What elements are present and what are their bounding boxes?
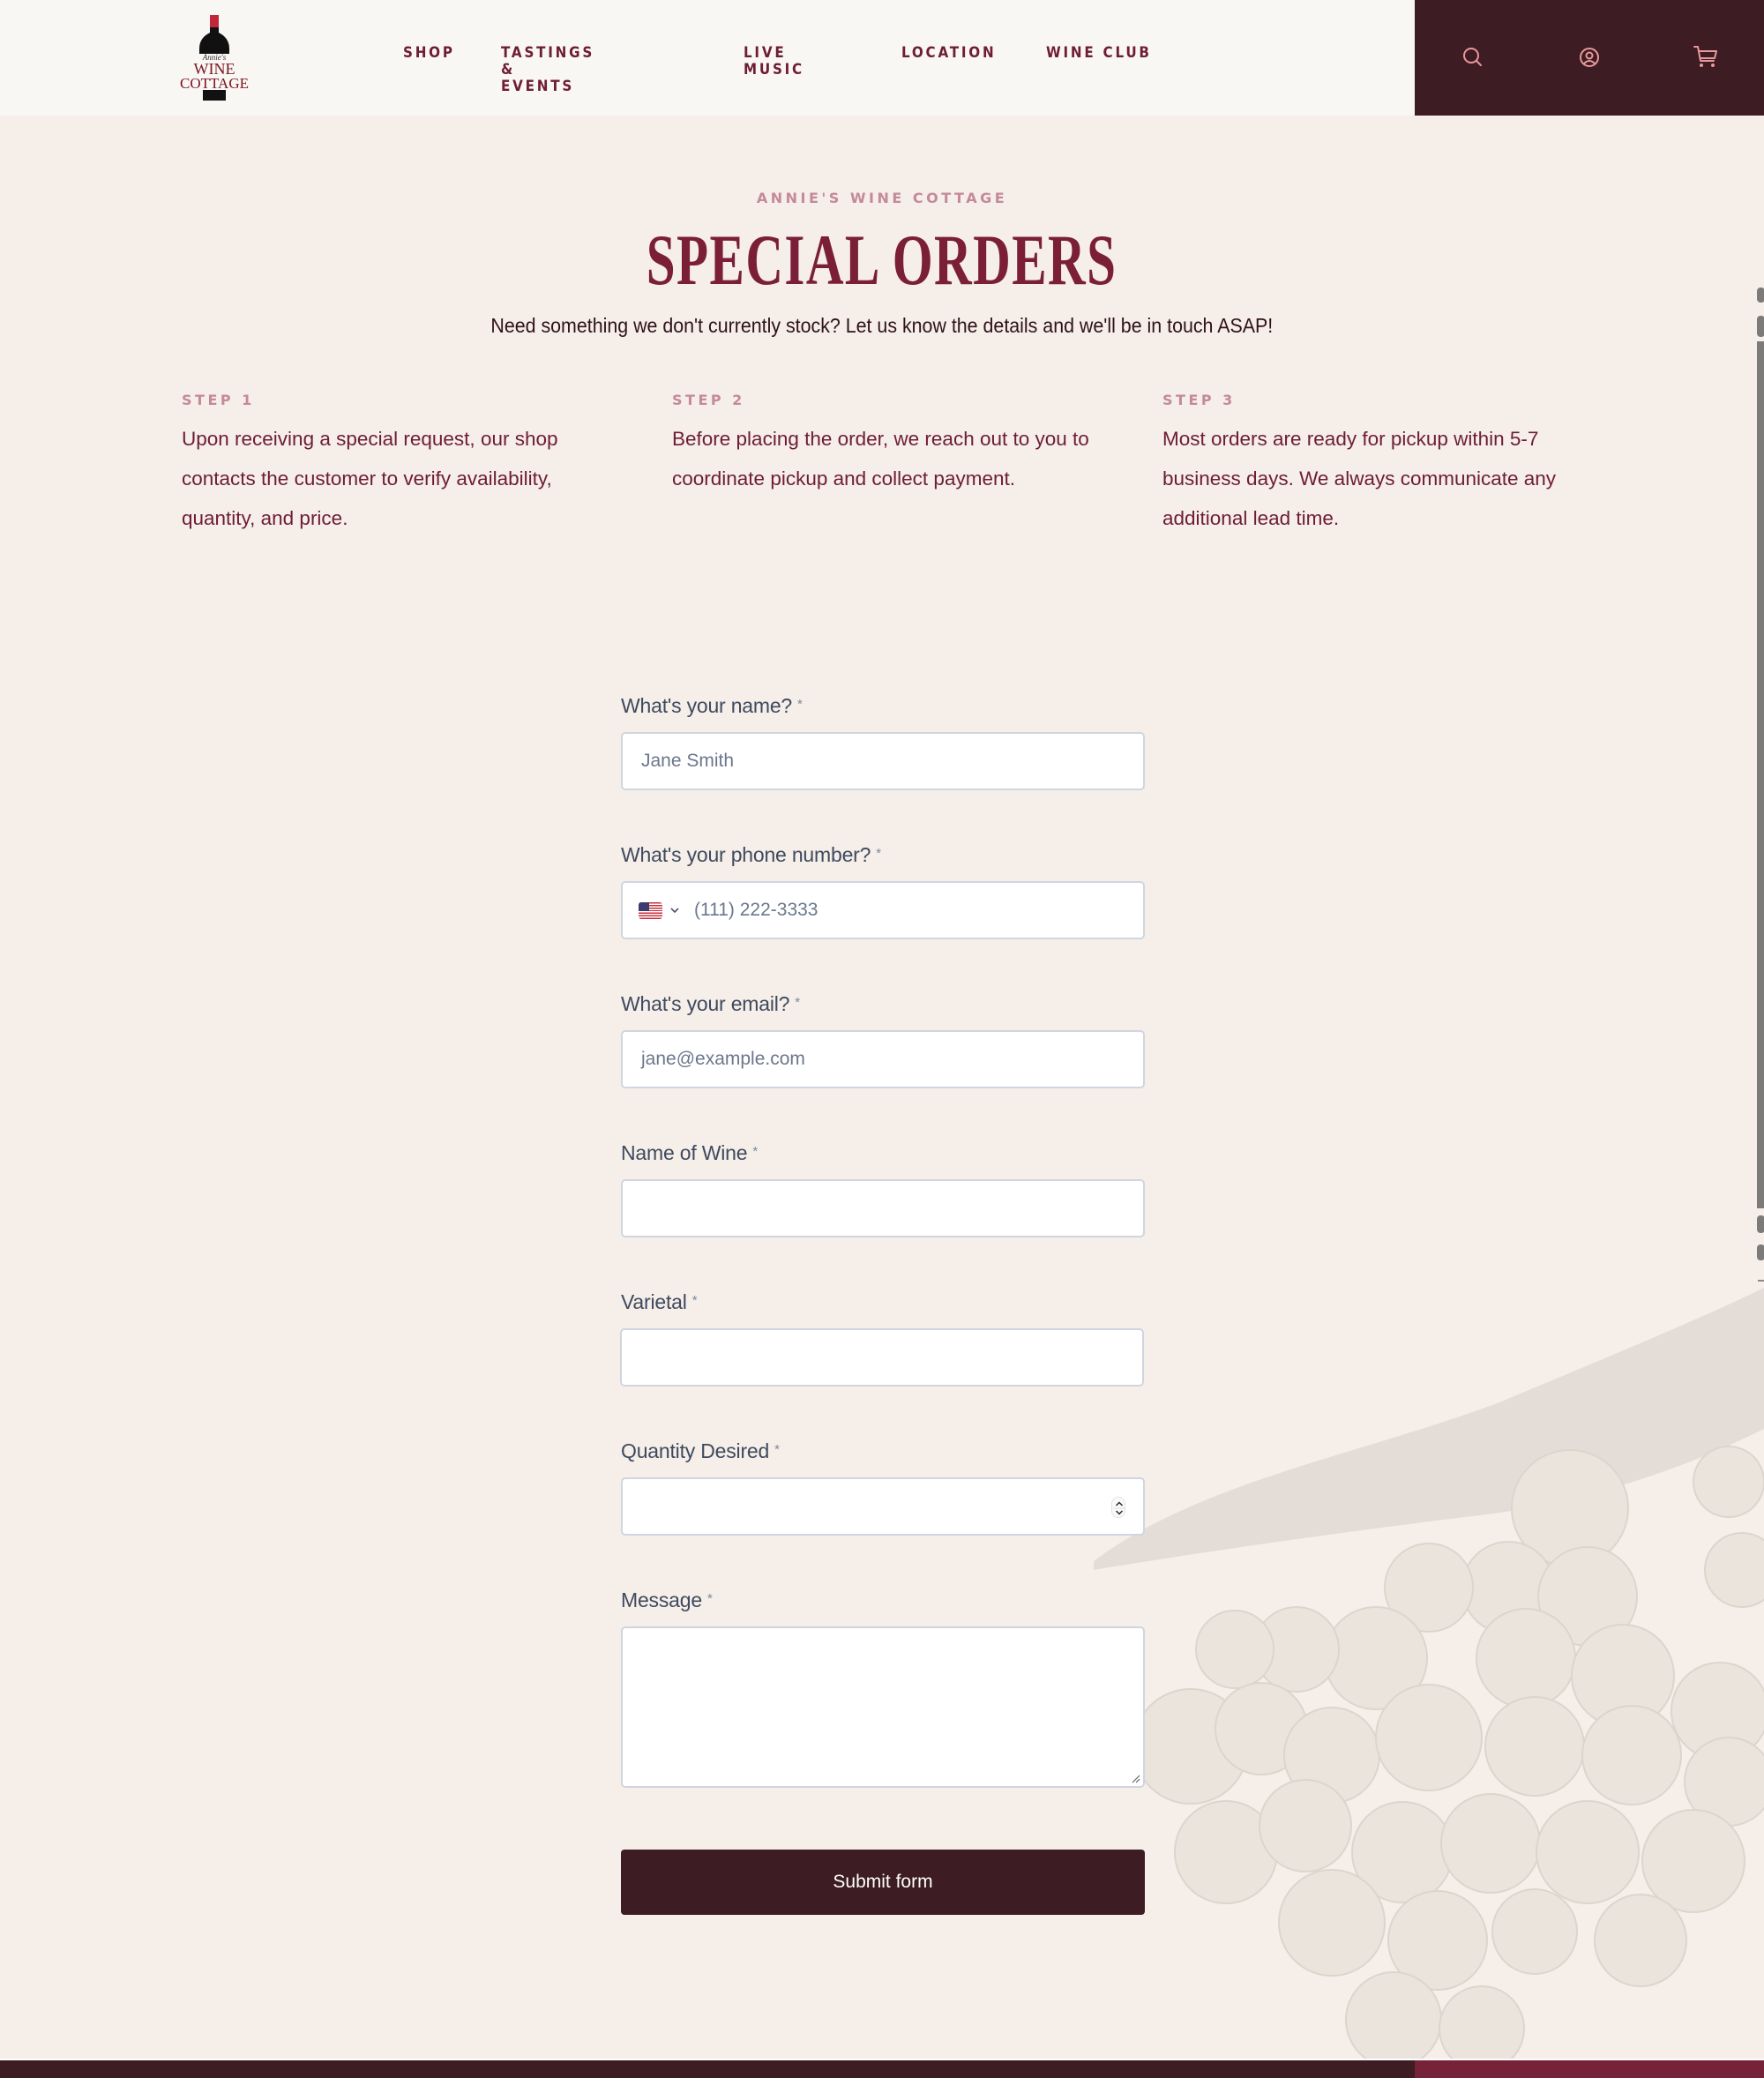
name-label: What's your name? * bbox=[621, 693, 803, 717]
step-label: STEP 1 bbox=[182, 392, 255, 408]
search-icon bbox=[1463, 48, 1482, 66]
email-field-group: What's your email? * jane@example.com bbox=[621, 988, 1145, 1088]
varietal-input[interactable] bbox=[620, 1328, 1144, 1387]
spinner-buttons[interactable] bbox=[1111, 1497, 1125, 1518]
phone-field-group: What's your phone number? * (111) 222-333… bbox=[621, 839, 1145, 939]
grapes-illustration bbox=[1094, 1288, 1764, 2064]
required-marker: * bbox=[752, 1143, 758, 1159]
wine-name-label: Name of Wine * bbox=[621, 1140, 758, 1164]
quantity-field-group: Quantity Desired * bbox=[621, 1435, 1145, 1536]
us-flag-icon[interactable] bbox=[639, 901, 662, 919]
required-marker: * bbox=[795, 994, 800, 1010]
required-marker: * bbox=[876, 845, 881, 861]
message-field-group: Message * bbox=[621, 1584, 1145, 1788]
email-label: What's your email? * bbox=[621, 991, 800, 1015]
message-label: Message * bbox=[621, 1588, 713, 1611]
nav-live-music[interactable]: LIVE MUSIC bbox=[744, 44, 804, 78]
phone-label: What's your phone number? * bbox=[621, 842, 881, 866]
page-subtitle: Need something we don't currently stock?… bbox=[490, 314, 1274, 337]
scrollbar-thumb[interactable] bbox=[1757, 341, 1764, 1208]
step-text: Before placing the order, we reach out t… bbox=[672, 428, 1089, 490]
scroll-mark bbox=[1757, 288, 1764, 303]
phone-input[interactable]: (111) 222-3333 bbox=[621, 881, 1145, 939]
logo[interactable]: Annie's WINE COTTAGE bbox=[176, 12, 256, 102]
account-icon bbox=[1580, 48, 1599, 67]
quantity-label: Quantity Desired * bbox=[621, 1439, 780, 1462]
email-input[interactable]: jane@example.com bbox=[621, 1030, 1145, 1088]
wine-name-input[interactable] bbox=[621, 1179, 1145, 1237]
name-field-group: What's your name? * Jane Smith bbox=[621, 690, 1145, 790]
nav-location[interactable]: LOCATION bbox=[901, 44, 996, 61]
scroll-mark bbox=[1757, 1215, 1764, 1233]
phone-placeholder: (111) 222-3333 bbox=[694, 900, 818, 920]
step-1: STEP 1 Upon receiving a special request,… bbox=[182, 392, 605, 538]
page-title: SPECIAL ORDERS bbox=[647, 220, 1117, 300]
required-marker: * bbox=[774, 1441, 780, 1457]
quantity-stepper[interactable] bbox=[621, 1477, 1145, 1536]
varietal-label: Varietal * bbox=[621, 1289, 698, 1313]
scroll-mark bbox=[1758, 1280, 1764, 1282]
eyebrow-label: ANNIE'S WINE COTTAGE bbox=[756, 190, 1008, 206]
account-button[interactable] bbox=[1574, 42, 1604, 72]
step-3: STEP 3 Most orders are ready for pickup … bbox=[1162, 392, 1577, 538]
step-label: STEP 3 bbox=[1162, 392, 1236, 408]
scroll-mark bbox=[1757, 1245, 1764, 1260]
varietal-field-group: Varietal * bbox=[620, 1286, 1145, 1387]
step-text: Upon receiving a special request, our sh… bbox=[182, 428, 558, 529]
wine-bottle-logo-icon: Annie's WINE COTTAGE bbox=[180, 15, 249, 102]
nav-shop[interactable]: SHOP bbox=[403, 44, 455, 61]
name-placeholder: Jane Smith bbox=[641, 751, 735, 771]
footer bbox=[0, 2059, 1764, 2078]
footer-accent bbox=[1415, 2060, 1764, 2078]
site-header: Annie's WINE COTTAGE SHOP TASTINGS & EVE… bbox=[0, 0, 1764, 116]
nav-tastings-events[interactable]: TASTINGS & EVENTS bbox=[501, 44, 594, 94]
wine-name-field-group: Name of Wine * bbox=[621, 1137, 1145, 1237]
chevron-down-icon[interactable] bbox=[669, 907, 680, 914]
step-2: STEP 2 Before placing the order, we reac… bbox=[672, 392, 1095, 498]
cart-icon bbox=[1693, 46, 1717, 67]
required-marker: * bbox=[797, 696, 803, 712]
svg-text:COTTAGE: COTTAGE bbox=[180, 75, 249, 92]
name-input[interactable]: Jane Smith bbox=[621, 732, 1145, 790]
cart-button[interactable] bbox=[1691, 42, 1721, 72]
step-label: STEP 2 bbox=[672, 392, 745, 408]
nav-wine-club[interactable]: WINE CLUB bbox=[1046, 44, 1152, 61]
step-text: Most orders are ready for pickup within … bbox=[1162, 428, 1557, 529]
search-button[interactable] bbox=[1458, 42, 1488, 72]
message-textarea[interactable] bbox=[621, 1626, 1145, 1788]
scrollbar[interactable] bbox=[1753, 0, 1764, 2078]
submit-button[interactable]: Submit form bbox=[621, 1850, 1145, 1915]
header-actions bbox=[1415, 0, 1764, 116]
required-marker: * bbox=[691, 1292, 698, 1308]
resize-handle-icon[interactable] bbox=[1132, 1775, 1140, 1783]
spinner-arrows-icon bbox=[1113, 1501, 1125, 1515]
email-placeholder: jane@example.com bbox=[641, 1049, 805, 1069]
special-order-form: What's your name? * Jane Smith What's you… bbox=[620, 690, 1145, 1915]
required-marker: * bbox=[706, 1590, 713, 1606]
scroll-mark bbox=[1757, 316, 1764, 337]
vine-branch bbox=[1094, 1288, 1764, 1570]
